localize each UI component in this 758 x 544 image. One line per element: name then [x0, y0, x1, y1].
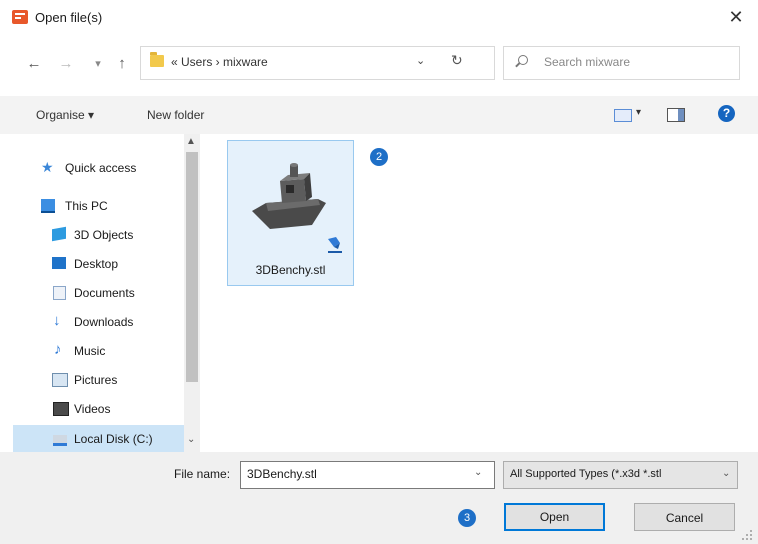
sidebar-item-documents[interactable]: Documents: [13, 279, 188, 307]
sidebar-item-videos[interactable]: Videos: [13, 395, 188, 423]
benchy-model-icon: [252, 163, 326, 229]
file-name-label: File name:: [174, 467, 231, 481]
sidebar-item-label: Documents: [74, 286, 135, 300]
pictures-icon: [52, 373, 68, 387]
refresh-icon[interactable]: ↻: [451, 52, 463, 69]
recent-locations-button[interactable]: ▾: [88, 54, 108, 74]
scrollbar-thumb[interactable]: [186, 152, 198, 382]
music-icon: ♪: [54, 341, 62, 358]
videos-icon: [53, 402, 69, 416]
search-icon: [518, 55, 528, 65]
sidebar-item-label: Pictures: [74, 373, 118, 387]
title-bar: Open file(s) ✕: [0, 0, 758, 42]
file-type-select[interactable]: All Supported Types (*.x3d *.stl ⌄: [503, 461, 738, 489]
forward-button[interactable]: →: [56, 54, 76, 74]
view-options-icon[interactable]: [614, 109, 632, 122]
open-button[interactable]: Open: [504, 503, 605, 531]
chevron-down-icon[interactable]: ⌄: [722, 468, 730, 479]
search-box[interactable]: Search mixware: [503, 46, 740, 80]
scroll-down-arrow-icon[interactable]: ⌄: [187, 434, 195, 445]
desktop-icon: [52, 257, 66, 269]
documents-icon: [53, 286, 66, 300]
file-name-label: 3DBenchy.stl: [255, 263, 326, 277]
disk-icon: [53, 435, 67, 446]
sidebar-item-quick-access[interactable]: ★ Quick access: [13, 154, 188, 182]
preview-pane-icon[interactable]: [667, 108, 685, 122]
sidebar-item-label: Desktop: [74, 257, 119, 271]
resize-grip-icon[interactable]: [740, 528, 754, 542]
file-item[interactable]: 3DBenchy.stl: [227, 140, 354, 286]
help-icon[interactable]: ?: [718, 105, 735, 122]
sidebar-item-pictures[interactable]: Pictures: [13, 366, 188, 394]
sidebar-item-label: Downloads: [74, 315, 134, 329]
window-title: Open file(s): [35, 10, 103, 25]
address-bar[interactable]: « Users › mixware ⌄ ↻: [140, 46, 495, 80]
close-button[interactable]: ✕: [722, 6, 750, 28]
new-folder-button[interactable]: New folder: [147, 108, 204, 122]
back-button[interactable]: ←: [24, 54, 44, 74]
chevron-down-icon[interactable]: ▾: [636, 107, 641, 118]
sidebar-item-label: Videos: [74, 402, 111, 416]
scroll-up-arrow-icon[interactable]: ▲: [186, 136, 196, 147]
sidebar-item-downloads[interactable]: ↓ Downloads: [13, 308, 188, 336]
sidebar-item-label: Music: [74, 344, 106, 358]
3d-viewer-icon: [328, 237, 342, 253]
command-bar: Organise ▾ New folder ▾ ?: [0, 96, 758, 134]
computer-icon: [41, 199, 55, 213]
up-button[interactable]: ↑: [112, 54, 132, 74]
sidebar-item-label: 3D Objects: [74, 228, 134, 242]
folder-icon: [150, 52, 164, 67]
cancel-button[interactable]: Cancel: [634, 503, 735, 531]
sidebar-item-music[interactable]: ♪ Music: [13, 337, 188, 365]
file-type-value[interactable]: All Supported Types (*.x3d *.stl: [510, 468, 661, 480]
star-icon: ★: [41, 159, 54, 175]
chevron-down-icon[interactable]: ⌄: [416, 54, 425, 67]
app-logo-icon: [12, 10, 28, 24]
sidebar-item-this-pc[interactable]: This PC: [13, 192, 188, 220]
search-placeholder[interactable]: Search mixware: [544, 55, 630, 69]
sidebar-item-desktop[interactable]: Desktop: [13, 250, 188, 278]
sidebar-item-label: Local Disk (C:): [74, 432, 153, 446]
download-icon: ↓: [53, 312, 61, 329]
step-badge: 3: [458, 509, 476, 527]
address-path[interactable]: « Users › mixware: [171, 55, 268, 69]
chevron-down-icon[interactable]: ⌄: [474, 467, 482, 478]
sidebar-item-label: Quick access: [65, 161, 137, 175]
sidebar-item-label: This PC: [65, 199, 108, 213]
3d-objects-icon: [52, 226, 66, 242]
organise-menu[interactable]: Organise ▾: [36, 108, 94, 122]
file-name-input[interactable]: 3DBenchy.stl ⌄: [240, 461, 495, 489]
navigation-pane: ★ Quick access This PC 3D Objects Deskto…: [13, 134, 200, 453]
file-name-value[interactable]: 3DBenchy.stl: [247, 467, 317, 481]
sidebar-item-3d-objects[interactable]: 3D Objects: [13, 221, 188, 249]
step-badge: 2: [370, 148, 388, 166]
sidebar-item-local-disk[interactable]: Local Disk (C:): [13, 425, 188, 453]
